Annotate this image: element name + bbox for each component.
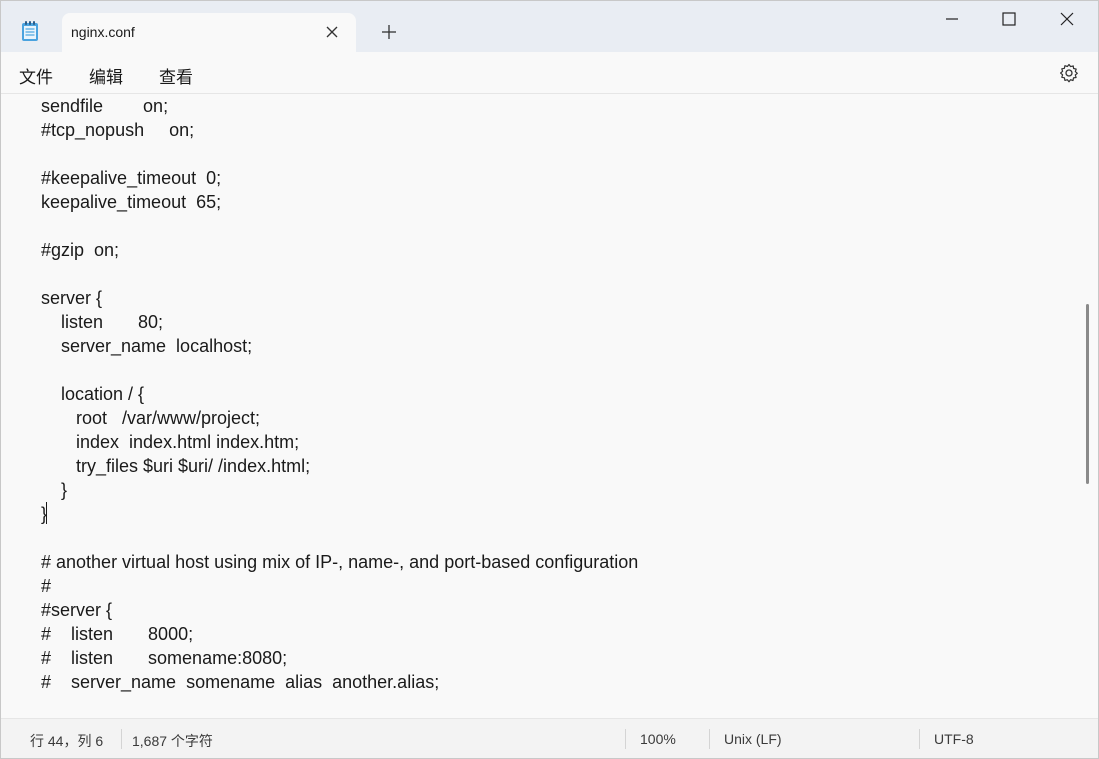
character-count: 1,687 个字符 — [132, 733, 213, 749]
tab-nginx-conf[interactable]: nginx.conf — [62, 13, 356, 52]
text-caret — [46, 502, 47, 524]
menu-view[interactable]: 查看 — [159, 63, 193, 88]
text-editor[interactable]: sendfile on; #tcp_nopush on; #keepalive_ti… — [0, 94, 1099, 718]
maximize-icon[interactable] — [986, 6, 1032, 34]
editor-line: #server { — [41, 600, 113, 620]
divider — [709, 729, 710, 749]
editor-line: index index.html index.htm; — [41, 432, 300, 452]
divider — [625, 729, 626, 749]
divider — [919, 729, 920, 749]
menu-edit[interactable]: 编辑 — [89, 63, 123, 88]
editor-line: # listen somename:8080; — [41, 648, 288, 668]
editor-line: try_files $uri $uri/ /index.html; — [41, 456, 311, 476]
menu-file[interactable]: 文件 — [19, 63, 53, 88]
minimize-icon[interactable] — [929, 6, 975, 34]
tab-title: nginx.conf — [71, 24, 135, 40]
editor-line: server_name localhost; — [41, 336, 253, 356]
encoding[interactable]: UTF-8 — [934, 731, 974, 747]
editor-line: keepalive_timeout 65; — [41, 192, 222, 212]
notepad-icon — [22, 21, 38, 41]
gear-icon[interactable] — [1058, 62, 1080, 84]
editor-line: # listen 8000; — [41, 624, 194, 644]
scrollbar-thumb[interactable] — [1086, 304, 1089, 484]
title-bar: nginx.conf — [0, 0, 1099, 52]
editor-line: } — [41, 480, 68, 500]
editor-line: #tcp_nopush on; — [41, 120, 195, 140]
editor-line: # server_name somename alias another.ali… — [41, 672, 440, 692]
editor-line: # another virtual host using mix of IP-,… — [41, 552, 639, 572]
editor-line: location / { — [41, 384, 145, 404]
editor-line: sendfile on; — [41, 96, 169, 116]
editor-line: #keepalive_timeout 0; — [41, 168, 222, 188]
editor-line: server { — [41, 288, 103, 308]
cursor-position: 行 44，列 6 — [30, 733, 104, 749]
window-close-icon[interactable] — [1044, 6, 1090, 34]
editor-line: #gzip on; — [41, 240, 120, 260]
close-icon[interactable] — [322, 22, 342, 42]
menu-bar: 文件 编辑 查看 — [0, 52, 1099, 94]
status-bar: 行 44，列 6 1,687 个字符 100% Unix (LF) UTF-8 — [0, 718, 1099, 759]
divider — [121, 729, 122, 749]
editor-line: # — [41, 576, 52, 596]
editor-line: root /var/www/project; — [41, 408, 261, 428]
editor-line: listen 80; — [41, 312, 164, 332]
plus-icon[interactable] — [378, 21, 400, 43]
line-ending[interactable]: Unix (LF) — [724, 731, 782, 747]
zoom-level[interactable]: 100% — [640, 731, 676, 747]
